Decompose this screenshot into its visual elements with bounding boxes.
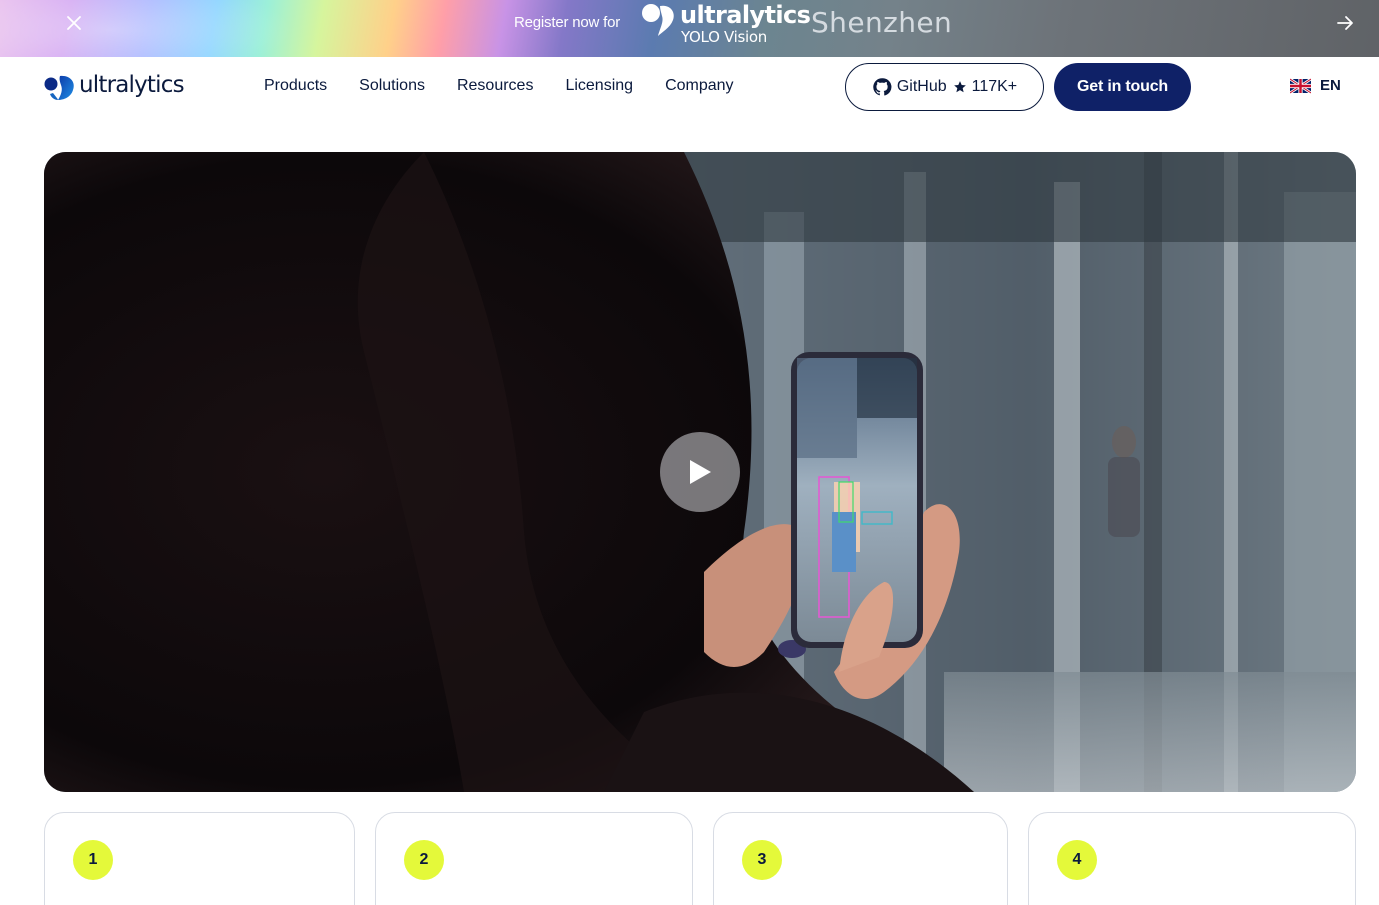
play-icon xyxy=(690,460,711,484)
banner-brand: ultralytics xyxy=(680,1,811,29)
github-button[interactable]: GitHub 117K+ xyxy=(845,63,1044,111)
nav-item-licensing[interactable]: Licensing xyxy=(565,77,633,95)
banner-register-text: Register now for xyxy=(514,14,621,31)
site-logo[interactable]: ultralytics xyxy=(44,72,185,101)
banner-city: Shenzhen xyxy=(811,6,953,39)
step-number-badge: 3 xyxy=(742,840,782,880)
step-card-1: 1 xyxy=(44,812,355,905)
ultralytics-logo-icon xyxy=(642,4,674,36)
nav-item-company[interactable]: Company xyxy=(665,77,733,95)
logo-text: ultralytics xyxy=(79,72,185,98)
github-icon xyxy=(873,78,892,96)
ultralytics-logo-icon xyxy=(44,75,74,100)
github-label: GitHub xyxy=(896,78,947,95)
nav-item-resources[interactable]: Resources xyxy=(457,77,533,95)
step-number-badge: 1 xyxy=(73,840,113,880)
banner-event: YOLO Vision xyxy=(681,28,768,46)
nav-menu: Products Solutions Resources Licensing C… xyxy=(264,77,766,95)
nav-item-products[interactable]: Products xyxy=(264,77,327,95)
step-card-3: 3 xyxy=(713,812,1008,905)
play-button[interactable] xyxy=(660,432,740,512)
step-card-4: 4 xyxy=(1028,812,1356,905)
language-label: EN xyxy=(1320,77,1341,94)
github-stars: 117K+ xyxy=(971,78,1018,95)
star-icon xyxy=(953,81,966,93)
language-selector[interactable]: EN xyxy=(1290,77,1341,94)
step-number-badge: 2 xyxy=(404,840,444,880)
get-in-touch-button[interactable]: Get in touch xyxy=(1054,63,1191,111)
close-icon[interactable] xyxy=(62,11,86,35)
arrow-right-icon[interactable] xyxy=(1333,11,1357,35)
promo-banner[interactable]: Register now for ultralytics YOLO Vision… xyxy=(0,0,1379,57)
uk-flag-icon xyxy=(1290,77,1311,94)
nav-item-solutions[interactable]: Solutions xyxy=(359,77,425,95)
step-number-badge: 4 xyxy=(1057,840,1097,880)
hero-video[interactable] xyxy=(44,152,1356,792)
main-nav: ultralytics Products Solutions Resources… xyxy=(0,57,1379,117)
step-card-2: 2 xyxy=(375,812,693,905)
